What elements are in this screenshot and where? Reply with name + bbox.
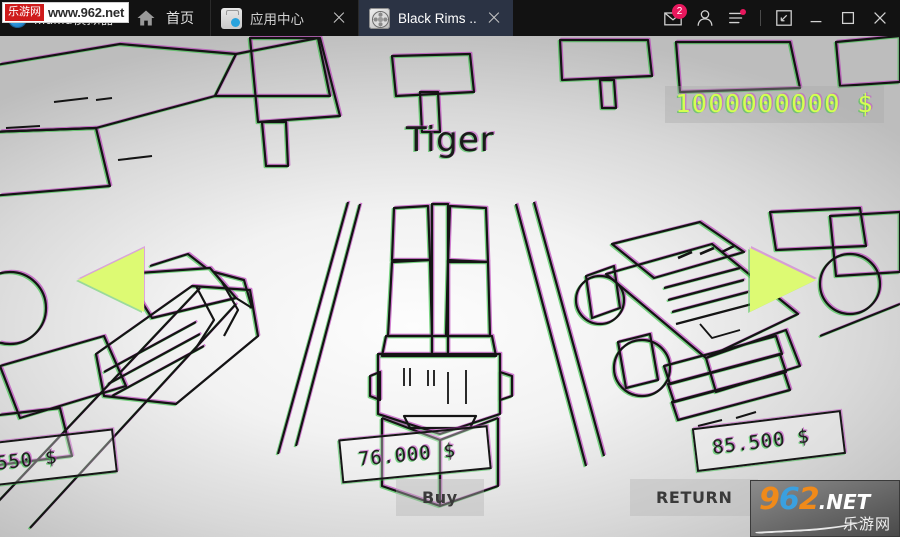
account-button[interactable] [689, 0, 721, 36]
tab-app-center[interactable]: 应用中心 [210, 0, 358, 36]
logo-digit-6: 6 [778, 482, 800, 517]
vehicle-title: Tiger [405, 120, 495, 160]
minimize-button[interactable] [800, 0, 832, 36]
message-badge: 2 [672, 4, 687, 19]
tab-black-rims-label: Black Rims .. [398, 10, 477, 26]
logo-digit-9: 9 [759, 482, 780, 517]
logo-net-text: .NET [818, 490, 871, 514]
price-tag-center: 76.000 $ [338, 425, 492, 484]
titlebar-divider [760, 10, 761, 26]
close-icon[interactable] [330, 9, 348, 27]
messages-button[interactable]: 2 [657, 0, 689, 36]
home-icon [136, 8, 156, 28]
resize-fullscreen-icon [776, 10, 792, 26]
emulator-window: 1000000000 $ Tiger 8550 $ 76.000 $ 85.50… [0, 0, 900, 537]
close-icon [874, 12, 886, 24]
window-close-button[interactable] [864, 0, 896, 36]
return-button[interactable]: RETURN [630, 479, 759, 516]
maximize-button[interactable] [832, 0, 864, 36]
menu-button[interactable] [721, 0, 753, 36]
maximize-icon [841, 11, 855, 25]
watermark-top-url: www.962.net [48, 5, 125, 20]
person-icon [697, 10, 713, 26]
price-tag-right: 85.500 $ [691, 410, 847, 472]
watermark-top-badge: 乐游网 [5, 4, 44, 21]
home-label: 首页 [166, 10, 194, 26]
minimize-icon [810, 20, 822, 23]
tab-black-rims[interactable]: Black Rims .. [358, 0, 513, 36]
watermark-top-left: 乐游网 www.962.net [2, 2, 130, 23]
fullscreen-button[interactable] [768, 0, 800, 36]
game-viewport[interactable]: 1000000000 $ Tiger 8550 $ 76.000 $ 85.50… [0, 36, 900, 537]
watermark-962-logo: 962.NET 乐游网 [750, 480, 900, 537]
tab-app-center-label: 应用中心 [250, 12, 304, 27]
arrow-right-icon[interactable] [750, 248, 816, 312]
logo-cn-text: 乐游网 [842, 515, 891, 533]
menu-notification-dot [740, 9, 746, 15]
arrow-left-icon[interactable] [78, 248, 144, 312]
money-counter: 1000000000 $ [665, 86, 884, 123]
app-center-icon [221, 7, 242, 29]
tab-strip: 应用中心 Black Rims .. [210, 0, 513, 36]
buy-button[interactable]: Buy [396, 479, 484, 516]
close-icon[interactable] [485, 9, 503, 27]
logo-digit-2: 2 [798, 482, 820, 517]
titlebar-controls: 2 [657, 0, 900, 36]
home-button[interactable]: 首页 [128, 0, 210, 36]
price-tag-left: 8550 $ [0, 428, 118, 490]
titlebar: MuMu模拟器 首页 应用中心 Black Rims .. [0, 0, 900, 36]
wheel-rim-icon [369, 7, 390, 29]
titlebar-spacer [513, 0, 657, 36]
